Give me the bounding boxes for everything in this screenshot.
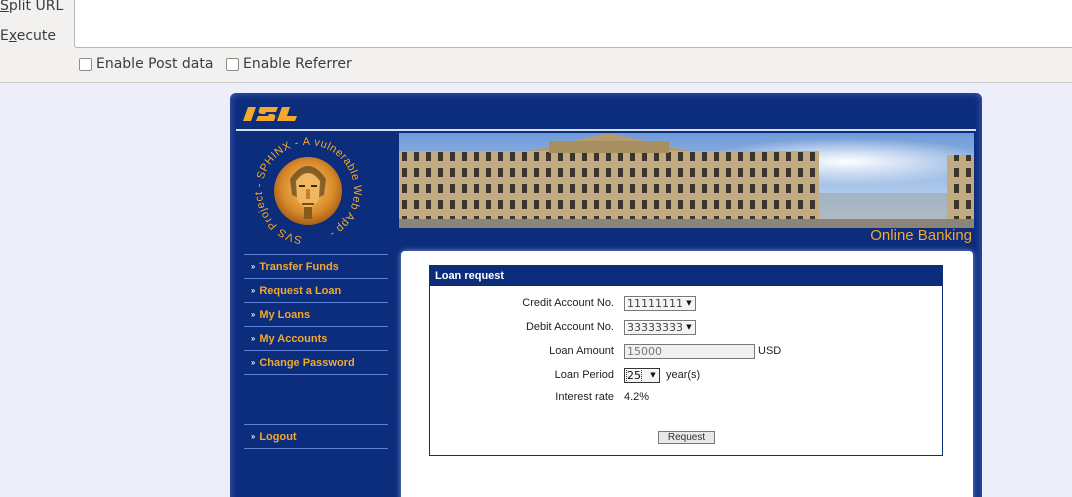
isl-logo-icon (243, 107, 297, 121)
nav-item-label: Change Password (259, 356, 355, 369)
checkbox-box[interactable] (226, 57, 239, 71)
nav-arrow-icon: ›› (251, 262, 255, 271)
loan-amount-label: Loan Amount (549, 345, 614, 357)
nav-arrow-icon: ›› (251, 334, 255, 343)
nav-item-label: Logout (259, 430, 297, 443)
nav-item-my-accounts[interactable]: ›› My Accounts (244, 327, 388, 351)
enable-referrer-label: Enable Referrer (243, 56, 352, 72)
main-content: Loan request Credit Account No. 11111111… (401, 251, 973, 497)
chevron-down-icon: ▼ (650, 371, 656, 379)
enable-post-data-label: Enable Post data (96, 56, 214, 72)
chevron-down-icon: ▼ (686, 299, 692, 307)
banking-site-container: SVS Project - SPHINX - A vulnerable Web … (230, 93, 982, 497)
nav-item-my-loans[interactable]: ›› My Loans (244, 303, 388, 327)
split-url-accesskey: S (0, 0, 9, 14)
debit-account-select[interactable]: 33333333 ▼ (624, 320, 696, 335)
loan-period-label: Loan Period (554, 369, 614, 381)
nav-item-label: Request a Loan (259, 284, 342, 297)
palace-banner-image (399, 133, 974, 228)
online-banking-title: Online Banking (870, 227, 972, 244)
sphinx-logo-icon: SVS Project - SPHINX - A vulnerable Web … (253, 136, 362, 246)
debit-account-label: Debit Account No. (525, 321, 614, 333)
nav-item-transfer-funds[interactable]: ›› Transfer Funds (244, 255, 388, 279)
logout-section: ›› Logout (244, 424, 388, 449)
hackbar-toolbar: Split URL Execute Enable Post data Enabl… (0, 0, 1072, 83)
loan-amount-input[interactable]: 15000 (624, 344, 755, 359)
execute-label-start: E (0, 28, 9, 44)
request-button[interactable]: Request (658, 431, 715, 444)
nav-item-label: My Accounts (259, 332, 328, 345)
enable-post-data-checkbox[interactable]: Enable Post data (79, 56, 213, 72)
loan-amount-unit: USD (758, 345, 782, 357)
loan-request-header: Loan request (430, 266, 942, 286)
nav-item-label: Transfer Funds (259, 260, 339, 273)
interest-rate-value: 4.2% (624, 391, 650, 403)
nav-item-request-a-loan[interactable]: ›› Request a Loan (244, 279, 388, 303)
url-textarea[interactable] (74, 0, 1072, 48)
nav-arrow-icon: ›› (251, 310, 255, 319)
execute-accesskey: x (8, 28, 17, 44)
credit-account-select[interactable]: 11111111 ▼ (624, 296, 696, 311)
checkbox-box[interactable] (79, 57, 92, 71)
debit-account-value: 33333333 (627, 321, 683, 334)
nav-arrow-icon: ›› (251, 358, 255, 367)
loan-request-panel: Loan request Credit Account No. 11111111… (429, 265, 943, 456)
nav-item-change-password[interactable]: ›› Change Password (244, 351, 388, 375)
logo-bar (236, 97, 976, 131)
loan-period-value: 25 (626, 368, 642, 383)
execute-button[interactable]: Execute (0, 28, 56, 44)
loan-period-select[interactable]: 25 ▼ (624, 368, 660, 383)
split-url-label: plit URL (8, 0, 64, 14)
credit-account-label: Credit Account No. (522, 297, 614, 309)
sidebar-nav: ›› Transfer Funds ›› Request a Loan ›› M… (244, 254, 388, 375)
chevron-down-icon: ▼ (686, 323, 692, 331)
loan-period-unit: year(s) (666, 369, 701, 381)
nav-item-label: My Loans (259, 308, 311, 321)
enable-referrer-checkbox[interactable]: Enable Referrer (226, 56, 352, 72)
nav-arrow-icon: ›› (251, 286, 255, 295)
interest-rate-label: Interest rate (555, 391, 614, 403)
nav-item-logout[interactable]: ›› Logout (244, 425, 388, 449)
credit-account-value: 11111111 (627, 297, 683, 310)
split-url-button[interactable]: Split URL (0, 0, 63, 14)
execute-label-rest: ecute (16, 28, 57, 44)
nav-arrow-icon: ›› (251, 432, 255, 441)
